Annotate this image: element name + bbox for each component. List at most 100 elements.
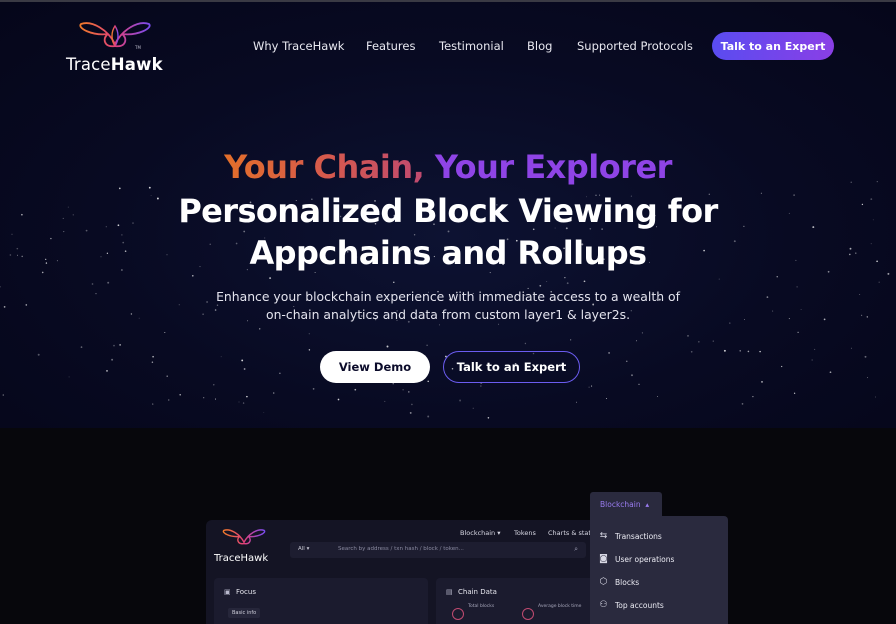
star: [690, 350, 693, 353]
star: [723, 349, 726, 352]
star: [384, 400, 386, 402]
star: [243, 368, 246, 370]
star: [472, 407, 474, 409]
nav-why-tracehawk[interactable]: Why TraceHawk: [253, 39, 344, 53]
star: [718, 278, 720, 280]
star: [308, 349, 311, 351]
stat-total-blocks: Total blocks: [468, 604, 495, 609]
star: [241, 359, 244, 362]
nav-features[interactable]: Features: [366, 39, 415, 53]
subtitle-line-1: Enhance your blockchain experience with …: [216, 289, 680, 304]
star: [113, 344, 115, 347]
star: [539, 284, 542, 287]
star: [111, 358, 114, 361]
cube-icon: ⬡: [599, 577, 608, 587]
star: [657, 396, 658, 397]
menu-item-blocks[interactable]: ⬡ Blocks: [598, 575, 640, 589]
mockup-nav-tokens: Tokens: [514, 529, 536, 537]
view-demo-button[interactable]: View Demo: [320, 351, 430, 383]
hero-tagline: Your Chain, Your Explorer: [0, 148, 896, 186]
star: [776, 276, 778, 278]
star: [793, 392, 796, 394]
star: [246, 395, 248, 398]
page: TM TraceHawk Why TraceHawk Features Test…: [0, 0, 896, 624]
menu-item-top-accounts[interactable]: ⚇ Top accounts: [598, 598, 663, 612]
hero-heading: Personalized Block Viewing for Appchains…: [0, 190, 896, 274]
star: [168, 399, 170, 401]
star: [741, 403, 744, 405]
star: [408, 391, 410, 393]
star: [152, 403, 154, 405]
star: [312, 388, 315, 390]
star: [118, 187, 121, 190]
mockup-search-filter: All ▾: [298, 546, 310, 552]
star: [272, 392, 275, 394]
star: [698, 341, 700, 343]
heading-line-2: Appchains and Rollups: [249, 234, 648, 272]
star: [91, 283, 94, 285]
star: [191, 274, 194, 277]
star: [151, 361, 154, 364]
star: [480, 385, 482, 387]
star: [107, 281, 110, 284]
star: [68, 376, 70, 378]
star: [638, 383, 640, 385]
blockchain-dropdown-tab[interactable]: Blockchain ▴: [590, 492, 662, 516]
star: [179, 394, 181, 396]
star: [427, 415, 430, 418]
stat-avg-block-time: Average block time: [538, 604, 582, 609]
star: [583, 280, 586, 283]
mockup-wordmark: TraceHawk: [214, 553, 269, 564]
star: [524, 342, 527, 345]
chain-data-icon: ▤: [446, 588, 453, 596]
star: [588, 386, 590, 388]
mockup-focus-card: ▣ Focus Basic info: [214, 578, 428, 624]
star: [608, 351, 611, 354]
nav-supported-protocols[interactable]: Supported Protocols: [577, 39, 693, 53]
menu-item-user-operations[interactable]: ◙ User operations: [598, 552, 674, 566]
mockup-search-placeholder: Search by address / txn hash / block / t…: [338, 546, 464, 552]
star: [263, 412, 265, 413]
focus-icon: ▣: [224, 588, 231, 596]
star: [564, 277, 566, 279]
tagline-your-explorer: Your Explorer: [434, 148, 673, 186]
star: [37, 353, 40, 356]
star: [712, 340, 714, 342]
star: [426, 344, 428, 347]
star: [438, 324, 440, 326]
star: [591, 385, 593, 387]
star: [119, 344, 121, 346]
star: [687, 335, 689, 337]
tagline-your-chain: Your Chain,: [224, 148, 425, 186]
star: [214, 398, 217, 400]
nav-talk-to-expert-button[interactable]: Talk to an Expert: [712, 32, 834, 60]
star: [166, 375, 168, 377]
star: [747, 350, 750, 353]
star: [106, 370, 108, 372]
blockchain-dropdown-menu: ⇆ Transactions ◙ User operations ⬡ Block…: [590, 516, 728, 624]
star: [874, 396, 877, 398]
star: [402, 389, 404, 391]
star: [409, 411, 412, 414]
star: [354, 388, 357, 391]
mockup-nav-charts: Charts & stats: [548, 529, 595, 537]
star: [386, 345, 389, 348]
star: [80, 346, 83, 348]
star: [576, 401, 577, 403]
star: [487, 417, 490, 419]
nav-blog[interactable]: Blog: [527, 39, 552, 53]
talk-to-expert-button[interactable]: Talk to an Expert: [443, 351, 580, 383]
nav-testimonial[interactable]: Testimonial: [439, 39, 504, 53]
star: [811, 359, 813, 361]
star: [864, 355, 867, 358]
star: [269, 277, 272, 280]
menu-item-transactions[interactable]: ⇆ Transactions: [598, 529, 662, 543]
transactions-icon: ⇆: [599, 531, 608, 541]
star: [393, 281, 395, 284]
star: [570, 339, 572, 341]
star: [641, 332, 643, 334]
star: [739, 350, 741, 352]
user-icon: ◙: [599, 554, 608, 564]
mockup-hawk-icon: [222, 529, 266, 545]
star: [631, 374, 633, 377]
